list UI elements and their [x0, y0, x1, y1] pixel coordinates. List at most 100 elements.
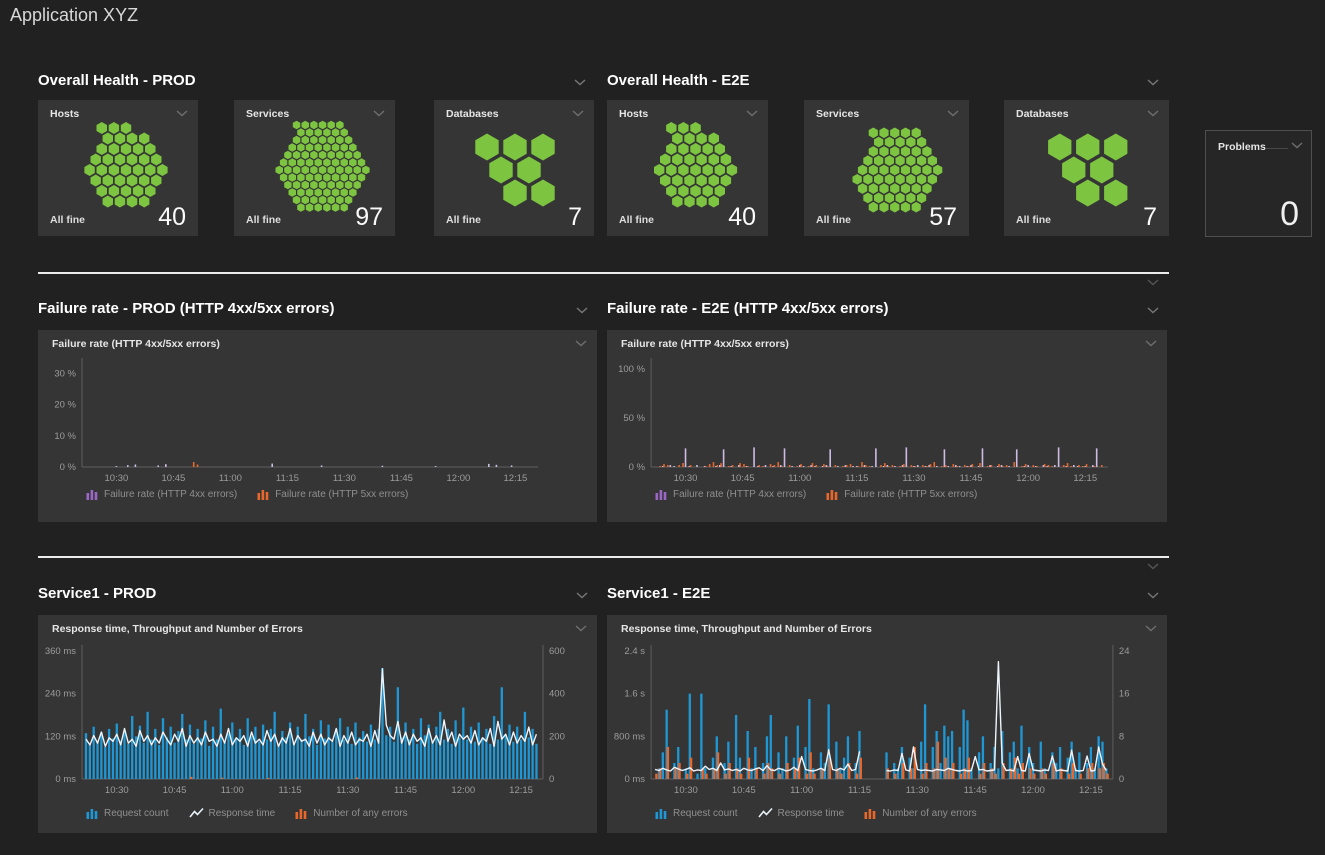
section-title-failure-rate-e2e: Failure rate - E2E (HTTP 4xx/5xx errors): [607, 300, 889, 317]
legend-item[interactable]: Failure rate (HTTP 5xx errors): [257, 488, 408, 500]
svg-text:2.4 s: 2.4 s: [624, 646, 645, 657]
svg-text:11:30: 11:30: [906, 785, 929, 796]
svg-text:10:45: 10:45: [162, 473, 186, 484]
svg-text:11:00: 11:00: [219, 473, 242, 484]
problems-tile[interactable]: Problems 0: [1205, 130, 1312, 237]
health-tile-hosts-prod[interactable]: Hosts All fine 40: [38, 100, 198, 236]
section-title-overall-health-e2e: Overall Health - E2E: [607, 72, 750, 89]
chevron-down-icon[interactable]: [1147, 79, 1159, 86]
legend-item[interactable]: Response time: [189, 807, 276, 819]
svg-text:12:15: 12:15: [509, 785, 533, 796]
section-title-service1-e2e: Service1 - E2E: [607, 585, 710, 602]
legend-label: Failure rate (HTTP 4xx errors): [104, 489, 237, 500]
svg-text:0: 0: [1119, 774, 1124, 785]
health-tile-services-prod[interactable]: Services All fine 97: [234, 100, 395, 236]
entity-count: 40: [158, 203, 186, 232]
legend-label: Failure rate (HTTP 5xx errors): [844, 489, 977, 500]
legend-label: Response time: [209, 808, 276, 819]
svg-text:10:45: 10:45: [163, 785, 187, 796]
svg-text:0 ms: 0 ms: [55, 774, 76, 785]
svg-text:11:00: 11:00: [788, 473, 811, 484]
legend-bars-icon: [655, 807, 668, 819]
chart-legend: Failure rate (HTTP 4xx errors) Failure ra…: [86, 488, 408, 500]
legend-item[interactable]: Number of any errors: [864, 807, 976, 819]
section-divider: [38, 556, 1169, 558]
chevron-down-icon[interactable]: [1147, 563, 1159, 570]
health-tile-hosts-e2e[interactable]: Hosts All fine 40: [607, 100, 768, 236]
svg-text:11:30: 11:30: [336, 785, 359, 796]
service1-prod-tile[interactable]: Response time, Throughput and Number of …: [38, 615, 597, 833]
status-label: All fine: [1016, 214, 1051, 226]
chevron-down-icon[interactable]: [1147, 592, 1159, 599]
legend-bars-icon: [257, 488, 270, 500]
legend-label: Failure rate (HTTP 5xx errors): [275, 489, 408, 500]
chevron-down-icon[interactable]: [574, 79, 586, 86]
svg-text:12:00: 12:00: [1021, 785, 1045, 796]
svg-text:8: 8: [1119, 731, 1124, 742]
section-title-overall-health-prod: Overall Health - PROD: [38, 72, 196, 89]
svg-text:10:45: 10:45: [732, 785, 756, 796]
svg-text:10:30: 10:30: [105, 785, 129, 796]
service1-prod-chart: 360 ms240 ms120 ms0 ms600400200010:3010:…: [38, 615, 597, 833]
chevron-down-icon[interactable]: [1147, 279, 1159, 286]
health-tile-services-e2e[interactable]: Services All fine 57: [804, 100, 969, 236]
svg-text:240 ms: 240 ms: [45, 689, 76, 700]
svg-text:12:00: 12:00: [447, 473, 471, 484]
chevron-down-icon[interactable]: [1291, 142, 1303, 149]
entity-count: 57: [929, 203, 957, 232]
svg-text:11:30: 11:30: [902, 473, 925, 484]
svg-text:0 %: 0 %: [629, 462, 646, 473]
legend-label: Failure rate (HTTP 4xx errors): [673, 489, 806, 500]
svg-text:11:15: 11:15: [848, 785, 871, 796]
svg-text:0: 0: [549, 774, 554, 785]
legend-label: Number of any errors: [313, 808, 407, 819]
svg-text:11:00: 11:00: [221, 785, 244, 796]
legend-label: Number of any errors: [882, 808, 976, 819]
svg-text:1.6 s: 1.6 s: [624, 689, 645, 700]
svg-text:50 %: 50 %: [623, 413, 645, 424]
svg-text:10:45: 10:45: [731, 473, 755, 484]
legend-item[interactable]: Request count: [655, 807, 738, 819]
health-tile-databases-e2e[interactable]: Databases All fine 7: [1004, 100, 1169, 236]
legend-item[interactable]: Number of any errors: [295, 807, 407, 819]
svg-text:120 ms: 120 ms: [45, 731, 76, 742]
svg-text:12:00: 12:00: [1016, 473, 1040, 484]
svg-text:0 %: 0 %: [60, 462, 77, 473]
legend-line-icon: [758, 807, 773, 819]
svg-text:20 %: 20 %: [54, 400, 76, 411]
legend-item[interactable]: Failure rate (HTTP 4xx errors): [86, 488, 237, 500]
entity-count: 97: [355, 203, 383, 232]
svg-text:11:45: 11:45: [394, 785, 417, 796]
svg-text:360 ms: 360 ms: [45, 646, 76, 657]
section-title-failure-rate-prod: Failure rate - PROD (HTTP 4xx/5xx errors…: [38, 300, 335, 317]
legend-item[interactable]: Response time: [758, 807, 845, 819]
status-label: All fine: [446, 214, 481, 226]
tile-title: Problems: [1218, 141, 1266, 153]
legend-item[interactable]: Request count: [86, 807, 169, 819]
failure-rate-e2e-tile[interactable]: Failure rate (HTTP 4xx/5xx errors) 100 %…: [607, 330, 1167, 522]
svg-text:11:45: 11:45: [964, 785, 987, 796]
svg-text:11:45: 11:45: [390, 473, 413, 484]
svg-text:10:30: 10:30: [674, 473, 698, 484]
service1-e2e-chart: 2.4 s1.6 s800 ms0 ms24168010:3010:4511:0…: [607, 615, 1167, 833]
chevron-down-icon[interactable]: [576, 307, 588, 314]
svg-text:11:15: 11:15: [845, 473, 868, 484]
health-tile-databases-prod[interactable]: Databases All fine 7: [434, 100, 594, 236]
legend-item[interactable]: Failure rate (HTTP 4xx errors): [655, 488, 806, 500]
legend-label: Request count: [104, 808, 169, 819]
svg-text:11:00: 11:00: [790, 785, 813, 796]
svg-text:400: 400: [549, 689, 565, 700]
section-divider: [38, 272, 1169, 274]
service1-e2e-tile[interactable]: Response time, Throughput and Number of …: [607, 615, 1167, 833]
chevron-down-icon[interactable]: [576, 592, 588, 599]
svg-text:16: 16: [1119, 689, 1130, 700]
status-label: All fine: [50, 214, 85, 226]
chart-legend: Request count Response time Number of any …: [655, 807, 977, 819]
problems-sparkline: [1266, 148, 1288, 149]
failure-rate-prod-tile[interactable]: Failure rate (HTTP 4xx/5xx errors) 30 %2…: [38, 330, 597, 522]
section-title-service1-prod: Service1 - PROD: [38, 585, 156, 602]
chevron-down-icon[interactable]: [1147, 307, 1159, 314]
legend-item[interactable]: Failure rate (HTTP 5xx errors): [826, 488, 977, 500]
svg-text:12:15: 12:15: [1079, 785, 1103, 796]
legend-bars-icon: [86, 488, 99, 500]
